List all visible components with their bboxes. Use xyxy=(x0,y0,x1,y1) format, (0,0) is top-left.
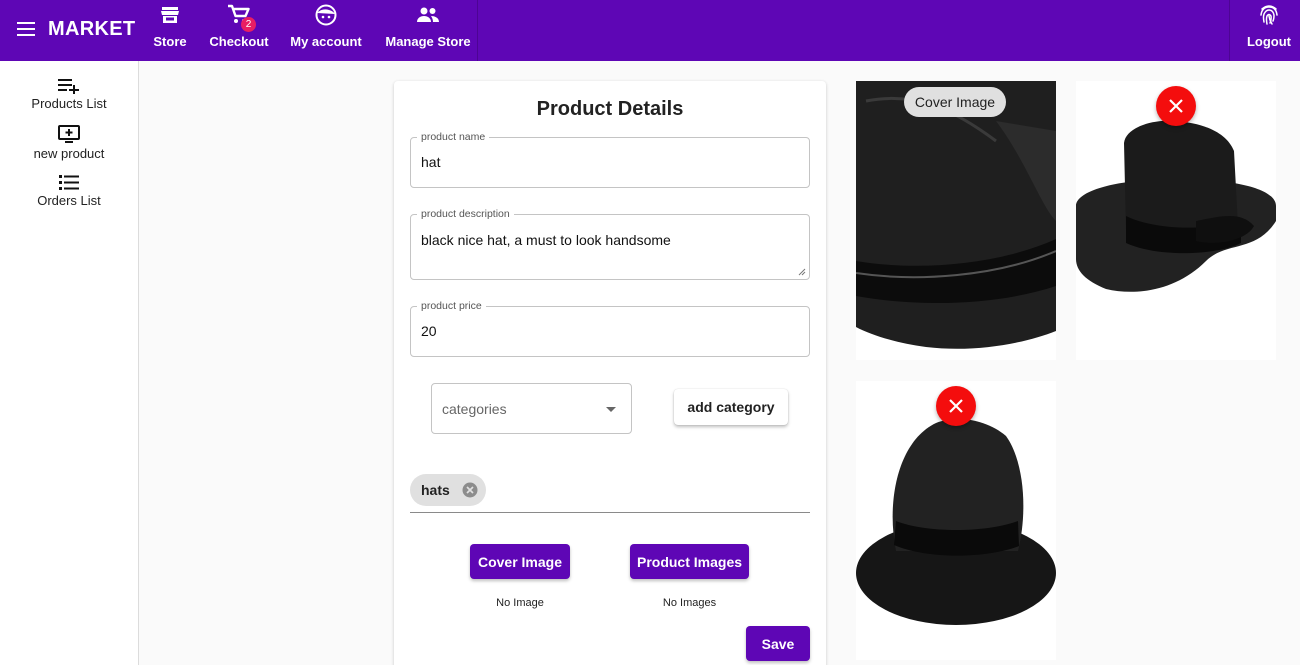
cover-image-tile xyxy=(856,81,1056,360)
sidebar: Products List new product Orders List xyxy=(0,61,139,665)
storefront-icon xyxy=(160,3,180,27)
add-to-queue-icon xyxy=(58,125,80,143)
face-icon xyxy=(315,3,337,27)
close-icon xyxy=(949,399,963,413)
nav-logout[interactable]: Logout xyxy=(1245,0,1293,61)
resize-handle-icon[interactable] xyxy=(798,268,806,276)
product-images-status: No Images xyxy=(662,597,717,609)
nav-store-label: Store xyxy=(153,34,187,49)
sidebar-item-label: Orders List xyxy=(37,193,101,208)
nav-store[interactable]: Store xyxy=(150,0,190,61)
categories-select[interactable]: categories xyxy=(431,383,632,434)
playlist-add-icon xyxy=(58,79,79,94)
save-button[interactable]: Save xyxy=(746,626,810,661)
delete-image-button[interactable] xyxy=(1156,86,1196,126)
product-image-tile xyxy=(1076,81,1276,360)
nav-divider xyxy=(477,0,478,61)
nav-divider xyxy=(1229,0,1230,61)
nav-manage-store[interactable]: Manage Store xyxy=(385,0,471,61)
product-price-label: product price xyxy=(417,300,486,312)
product-name-label: product name xyxy=(417,131,490,143)
hat-photo-cover xyxy=(856,81,1056,360)
sidebar-item-label: new product xyxy=(33,146,105,161)
cancel-icon[interactable] xyxy=(462,482,478,498)
fingerprint-icon xyxy=(1258,3,1280,27)
add-category-button[interactable]: add category xyxy=(674,389,788,425)
product-description-field[interactable]: product description black nice hat, a mu… xyxy=(410,208,810,280)
people-icon xyxy=(416,3,440,27)
cart-count-badge: 2 xyxy=(241,17,256,32)
sidebar-item-new-product[interactable]: new product xyxy=(0,125,138,161)
product-name-value: hat xyxy=(421,154,441,170)
shopping-cart-icon: 2 xyxy=(227,3,256,32)
product-price-field[interactable]: product price 20 xyxy=(410,300,810,357)
top-app-bar: MARKET Store 2 Checkout My account Manag… xyxy=(0,0,1300,61)
product-name-field[interactable]: product name hat xyxy=(410,131,810,188)
cover-image-upload-button[interactable]: Cover Image xyxy=(470,544,570,579)
nav-logout-label: Logout xyxy=(1246,34,1292,49)
dropdown-arrow-icon xyxy=(606,407,616,412)
close-icon xyxy=(1169,99,1183,113)
category-chip: hats xyxy=(410,474,486,506)
cover-image-badge: Cover Image xyxy=(904,87,1006,117)
categories-select-value: categories xyxy=(442,401,507,417)
sidebar-item-products-list[interactable]: Products List xyxy=(0,78,138,111)
category-chips: hats xyxy=(410,473,810,513)
delete-image-button[interactable] xyxy=(936,386,976,426)
sidebar-item-orders-list[interactable]: Orders List xyxy=(0,174,138,208)
chip-label: hats xyxy=(421,482,450,498)
product-description-label: product description xyxy=(417,208,514,220)
nav-checkout[interactable]: 2 Checkout xyxy=(208,0,270,61)
cover-image-status: No Image xyxy=(496,597,544,609)
product-price-value: 20 xyxy=(421,323,437,339)
product-details-card: Product Details product name hat product… xyxy=(394,81,826,665)
list-icon xyxy=(59,175,79,190)
nav-manage-store-label: Manage Store xyxy=(385,34,471,49)
nav-my-account-label: My account xyxy=(290,34,362,49)
nav-checkout-label: Checkout xyxy=(209,34,269,49)
brand-title: MARKET xyxy=(48,18,136,40)
product-description-value: black nice hat, a must to look handsome xyxy=(421,232,671,248)
sidebar-item-label: Products List xyxy=(31,96,107,111)
menu-icon[interactable] xyxy=(17,22,35,36)
product-images-upload-button[interactable]: Product Images xyxy=(630,544,749,579)
page-title: Product Details xyxy=(536,98,684,120)
product-image-tile xyxy=(856,381,1056,660)
nav-my-account[interactable]: My account xyxy=(290,0,362,61)
